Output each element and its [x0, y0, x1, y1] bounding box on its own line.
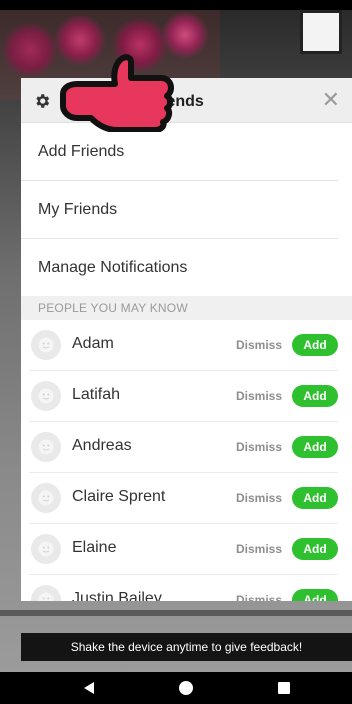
home-icon[interactable]: [179, 681, 193, 695]
close-icon[interactable]: ✕: [322, 88, 340, 112]
recents-icon[interactable]: [278, 682, 290, 694]
gear-icon[interactable]: [33, 92, 51, 110]
menu-item-manage-notifications[interactable]: Manage Notifications: [21, 239, 338, 296]
menu-item-my-friends[interactable]: My Friends: [21, 181, 338, 239]
dismiss-button[interactable]: Dismiss: [236, 389, 282, 403]
dismiss-button[interactable]: Dismiss: [236, 338, 282, 352]
add-button[interactable]: Add: [292, 334, 338, 356]
person-name: Latifah: [72, 386, 121, 403]
feedback-toast: Shake the device anytime to give feedbac…: [21, 633, 352, 661]
status-bar: [0, 0, 352, 10]
back-icon[interactable]: [84, 682, 94, 694]
pointing-hand-icon: [60, 54, 174, 132]
picture-frame-image: [300, 10, 342, 54]
list-item: Elaine Dismiss Add: [29, 524, 338, 575]
person-name: Justin Bailey: [72, 590, 162, 601]
list-item: Latifah Dismiss Add: [29, 371, 338, 422]
list-item: Justin Bailey Dismiss Add: [29, 575, 338, 601]
add-button[interactable]: Add: [292, 538, 338, 560]
dismiss-button[interactable]: Dismiss: [236, 542, 282, 556]
add-button[interactable]: Add: [292, 589, 338, 601]
add-button[interactable]: Add: [292, 436, 338, 458]
avatar-placeholder-icon: [31, 432, 61, 462]
add-button[interactable]: Add: [292, 385, 338, 407]
list-item: Adam Dismiss Add: [29, 320, 338, 371]
list-item: Andreas Dismiss Add: [29, 422, 338, 473]
section-header: PEOPLE YOU MAY KNOW: [21, 296, 352, 320]
avatar-placeholder-icon: [31, 330, 61, 360]
dismiss-button[interactable]: Dismiss: [236, 593, 282, 601]
background-edge: [0, 610, 352, 616]
person-name: Adam: [72, 335, 114, 352]
avatar-placeholder-icon: [31, 483, 61, 513]
person-name: Claire Sprent: [72, 488, 166, 505]
person-name: Elaine: [72, 539, 117, 556]
list-item: Claire Sprent Dismiss Add: [29, 473, 338, 524]
person-name: Andreas: [72, 437, 132, 454]
dismiss-button[interactable]: Dismiss: [236, 440, 282, 454]
avatar-placeholder-icon: [31, 534, 61, 564]
add-button[interactable]: Add: [292, 487, 338, 509]
friends-modal: Friends ✕ Add Friends My Friends Manage …: [21, 78, 352, 601]
avatar-placeholder-icon: [31, 585, 61, 601]
dismiss-button[interactable]: Dismiss: [236, 491, 282, 505]
avatar-placeholder-icon: [31, 381, 61, 411]
navigation-bar: [0, 672, 352, 704]
